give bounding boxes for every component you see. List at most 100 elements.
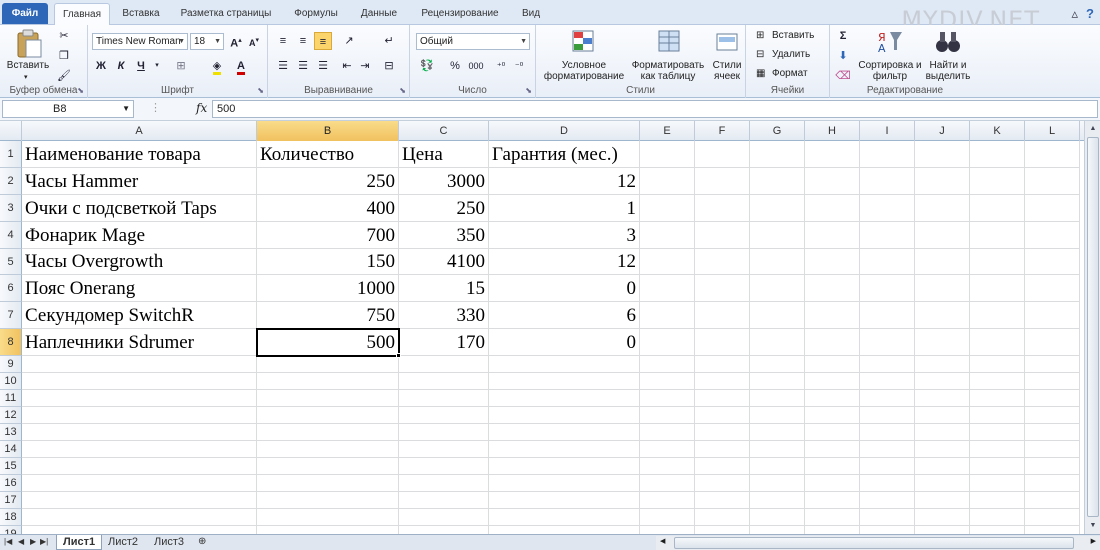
column-header-j[interactable]: J: [915, 121, 970, 141]
cell-i12[interactable]: [860, 407, 915, 424]
cell-d6[interactable]: 0: [489, 275, 640, 302]
help-icon[interactable]: ?: [1086, 6, 1094, 21]
cell-i2[interactable]: [860, 168, 915, 195]
cell-k9[interactable]: [970, 356, 1025, 373]
row-header-7[interactable]: 7: [0, 302, 22, 329]
cell-k13[interactable]: [970, 424, 1025, 441]
cell-k15[interactable]: [970, 458, 1025, 475]
thousands-button[interactable]: 000: [464, 57, 488, 75]
cell-j16[interactable]: [915, 475, 970, 492]
cell-a18[interactable]: [22, 509, 257, 526]
cell-c5[interactable]: 4100: [399, 249, 489, 275]
name-box[interactable]: B8 ▼: [2, 100, 134, 118]
font-name-combo[interactable]: Times New Roman ▼: [92, 33, 188, 50]
cell-h3[interactable]: [805, 195, 860, 222]
cell-h15[interactable]: [805, 458, 860, 475]
row-header-15[interactable]: 15: [0, 458, 22, 475]
borders-icon[interactable]: ⊞: [172, 57, 190, 75]
cell-styles-icon[interactable]: [714, 28, 742, 56]
number-format-combo[interactable]: Общий ▼: [416, 33, 530, 50]
cell-d14[interactable]: [489, 441, 640, 458]
cell-a5[interactable]: Часы Overgrowth: [22, 249, 257, 275]
cell-a9[interactable]: [22, 356, 257, 373]
cell-d1[interactable]: Гарантия (мес.): [489, 141, 640, 168]
cell-i9[interactable]: [860, 356, 915, 373]
cell-f15[interactable]: [695, 458, 750, 475]
cell-k4[interactable]: [970, 222, 1025, 249]
cell-a11[interactable]: [22, 390, 257, 407]
cell-h7[interactable]: [805, 302, 860, 329]
cell-f17[interactable]: [695, 492, 750, 509]
cell-a6[interactable]: Пояс Onerang: [22, 275, 257, 302]
cell-k19[interactable]: [970, 526, 1025, 534]
cell-i1[interactable]: [860, 141, 915, 168]
paste-button[interactable]: Вставить: [0, 60, 56, 71]
tab-file[interactable]: Файл: [2, 3, 48, 24]
cell-c17[interactable]: [399, 492, 489, 509]
cell-j7[interactable]: [915, 302, 970, 329]
cell-g13[interactable]: [750, 424, 805, 441]
cell-f2[interactable]: [695, 168, 750, 195]
sheet-tab-2[interactable]: Лист2: [102, 535, 144, 550]
column-header-l[interactable]: L: [1025, 121, 1080, 141]
cell-l8[interactable]: [1025, 329, 1080, 356]
cell-e4[interactable]: [640, 222, 695, 249]
scroll-left-icon[interactable]: ◀: [660, 537, 665, 545]
row-header-5[interactable]: 5: [0, 249, 22, 275]
cell-j15[interactable]: [915, 458, 970, 475]
underline-dropdown-icon[interactable]: ▾: [148, 57, 166, 75]
cell-d5[interactable]: 12: [489, 249, 640, 275]
cell-d15[interactable]: [489, 458, 640, 475]
cell-b10[interactable]: [257, 373, 399, 390]
cell-c7[interactable]: 330: [399, 302, 489, 329]
cell-l9[interactable]: [1025, 356, 1080, 373]
cell-a14[interactable]: [22, 441, 257, 458]
cell-g12[interactable]: [750, 407, 805, 424]
cell-j4[interactable]: [915, 222, 970, 249]
cell-b9[interactable]: [257, 356, 399, 373]
row-header-14[interactable]: 14: [0, 441, 22, 458]
font-size-combo[interactable]: 18 ▼: [190, 33, 224, 50]
cell-g17[interactable]: [750, 492, 805, 509]
fill-color-icon[interactable]: ◈: [208, 57, 226, 75]
cell-c3[interactable]: 250: [399, 195, 489, 222]
cell-j10[interactable]: [915, 373, 970, 390]
cell-l6[interactable]: [1025, 275, 1080, 302]
cell-k17[interactable]: [970, 492, 1025, 509]
conditional-formatting-icon[interactable]: [570, 28, 598, 56]
cell-c12[interactable]: [399, 407, 489, 424]
sheet-tab-3[interactable]: Лист3: [148, 535, 190, 550]
cell-e16[interactable]: [640, 475, 695, 492]
cell-c6[interactable]: 15: [399, 275, 489, 302]
cell-styles-button[interactable]: Стили ячеек: [708, 60, 746, 82]
cell-h14[interactable]: [805, 441, 860, 458]
cell-f5[interactable]: [695, 249, 750, 275]
tab-review[interactable]: Рецензирование: [414, 5, 506, 25]
column-header-k[interactable]: K: [970, 121, 1025, 141]
cell-h16[interactable]: [805, 475, 860, 492]
format-as-table-button[interactable]: Форматировать как таблицу: [630, 60, 706, 82]
cell-g1[interactable]: [750, 141, 805, 168]
cell-j8[interactable]: [915, 329, 970, 356]
scroll-up-icon[interactable]: ▲: [1087, 123, 1099, 135]
formula-input[interactable]: 500: [212, 100, 1098, 118]
increase-decimal-icon[interactable]: ⁺⁰: [492, 57, 510, 75]
format-cells-button[interactable]: Формат: [772, 68, 808, 79]
cell-b7[interactable]: 750: [257, 302, 399, 329]
cell-f6[interactable]: [695, 275, 750, 302]
cell-j9[interactable]: [915, 356, 970, 373]
cell-k5[interactable]: [970, 249, 1025, 275]
cell-l17[interactable]: [1025, 492, 1080, 509]
conditional-formatting-button[interactable]: Условное форматирование: [536, 60, 632, 82]
cell-b16[interactable]: [257, 475, 399, 492]
cell-c14[interactable]: [399, 441, 489, 458]
grow-font-icon[interactable]: A▴: [227, 32, 245, 50]
cell-c9[interactable]: [399, 356, 489, 373]
cell-k6[interactable]: [970, 275, 1025, 302]
cell-d3[interactable]: 1: [489, 195, 640, 222]
align-top-icon[interactable]: ≡: [274, 32, 292, 50]
cell-j12[interactable]: [915, 407, 970, 424]
row-header-1[interactable]: 1: [0, 141, 22, 168]
cell-e14[interactable]: [640, 441, 695, 458]
cell-l4[interactable]: [1025, 222, 1080, 249]
